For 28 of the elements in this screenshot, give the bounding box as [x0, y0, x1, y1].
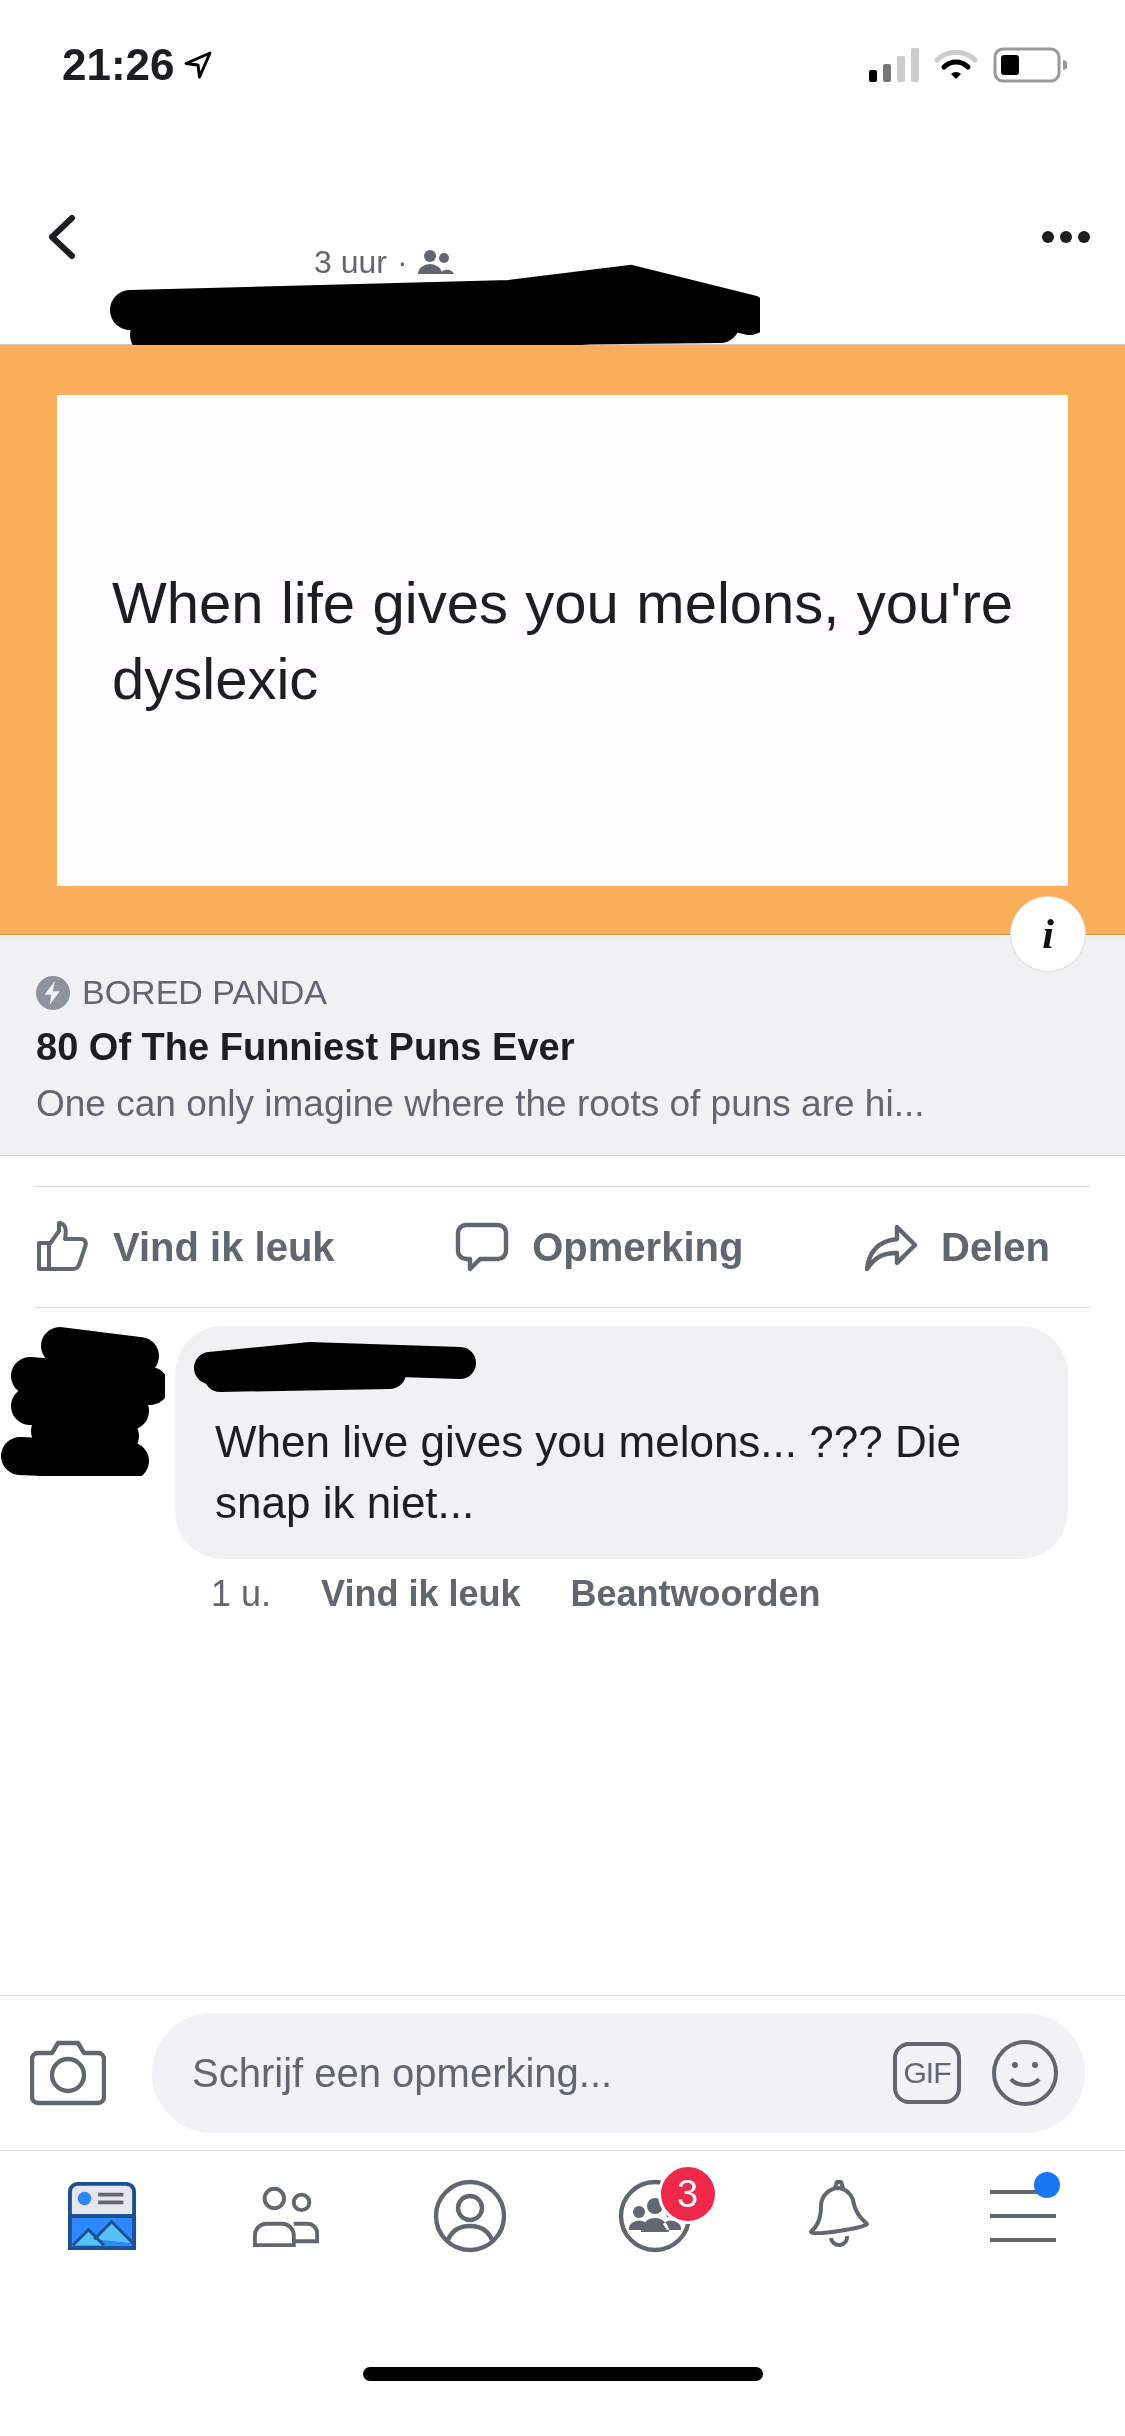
- battery-icon: [993, 47, 1067, 83]
- like-button[interactable]: Vind ik leuk: [35, 1219, 335, 1275]
- link-title: 80 Of The Funniest Puns Ever: [36, 1026, 576, 1069]
- location-arrow-icon: [182, 50, 213, 80]
- more-options-icon[interactable]: [1041, 230, 1091, 244]
- lightning-icon: [36, 975, 70, 1010]
- link-source: BORED PANDA: [82, 973, 327, 1012]
- quote-text: When life gives you melons, you're dyslexic: [57, 395, 1068, 886]
- share-button[interactable]: Delen: [863, 1219, 1050, 1275]
- status-time: 21:26: [62, 40, 175, 90]
- wifi-icon: [933, 48, 979, 82]
- comment-time: 1 u.: [211, 1573, 272, 1616]
- link-description: One can only imagine where the roots of puns are hi...: [36, 1083, 926, 1125]
- back-icon[interactable]: [46, 212, 78, 262]
- camera-icon[interactable]: [30, 2039, 106, 2107]
- comment-text: When live gives you melons... ??? Die snap ik niet...: [215, 1417, 961, 1527]
- like-link[interactable]: Vind ik leuk: [321, 1573, 521, 1616]
- notification-badge: 3: [657, 2164, 718, 2224]
- signal-icon: [869, 48, 919, 82]
- gif-button[interactable]: GIF: [893, 2042, 961, 2104]
- comment-input[interactable]: Schrijf een opmerking... GIF: [152, 2013, 1085, 2133]
- comment-button[interactable]: Opmerking: [454, 1219, 744, 1275]
- smiley-icon[interactable]: [991, 2039, 1059, 2107]
- separator-dot: ·: [396, 243, 408, 281]
- post-time: 3 uur: [314, 243, 387, 281]
- reply-link[interactable]: Beantwoorden: [570, 1573, 821, 1616]
- info-button[interactable]: i: [1010, 896, 1086, 972]
- friends-audience-icon: [417, 248, 454, 276]
